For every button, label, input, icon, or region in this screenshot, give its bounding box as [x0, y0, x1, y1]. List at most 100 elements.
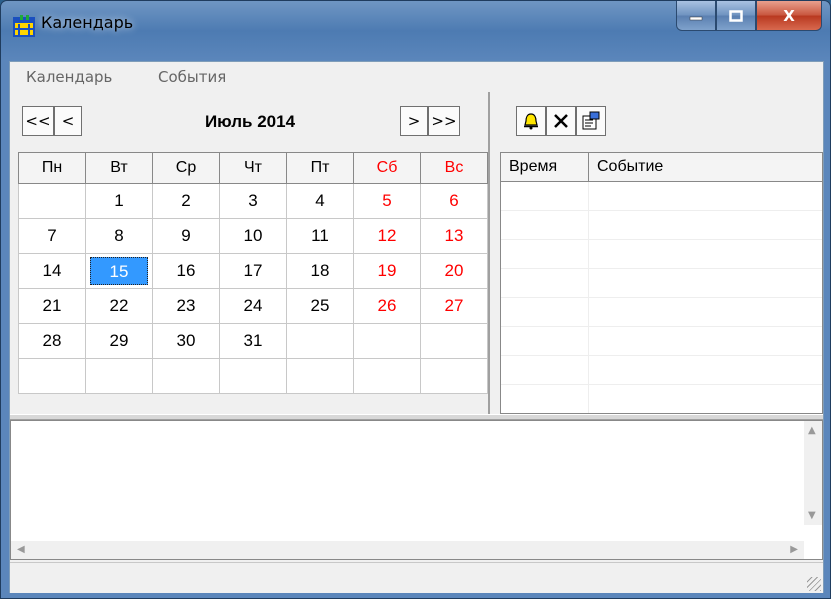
weekday-header: Пн — [18, 152, 86, 184]
day-cell[interactable]: 22 — [85, 288, 153, 324]
day-cell[interactable] — [420, 358, 488, 394]
weekday-header: Сб — [353, 152, 421, 184]
selected-day[interactable]: 15 — [90, 257, 148, 285]
day-cell[interactable]: 19 — [353, 253, 421, 289]
maximize-icon — [729, 9, 743, 22]
day-cell[interactable]: 4 — [286, 183, 354, 219]
day-cell[interactable]: 25 — [286, 288, 354, 324]
day-cell[interactable]: 10 — [219, 218, 287, 254]
table-row[interactable] — [501, 182, 822, 211]
prev-year-button[interactable]: << — [22, 106, 54, 136]
day-cell[interactable]: 1 — [85, 183, 153, 219]
week-row: 28 29 30 31 — [18, 323, 488, 359]
properties-button[interactable] — [576, 106, 606, 136]
day-cell[interactable]: 7 — [18, 218, 86, 254]
events-table[interactable]: Время Событие — [500, 152, 823, 414]
calendar-grid: Пн Вт Ср Чт Пт Сб Вс 1 2 3 4 5 6 7 8 9 10 11 12 13 14 15 16 17… — [18, 152, 488, 394]
day-cell[interactable] — [219, 358, 287, 394]
day-cell[interactable] — [420, 323, 488, 359]
column-header-event[interactable]: Событие — [589, 153, 663, 181]
day-cell[interactable] — [353, 323, 421, 359]
day-cell[interactable]: 13 — [420, 218, 488, 254]
day-cell[interactable]: 6 — [420, 183, 488, 219]
day-cell[interactable] — [85, 358, 153, 394]
vertical-scrollbar[interactable]: ▲ ▼ — [804, 421, 822, 525]
day-cell[interactable]: 30 — [152, 323, 220, 359]
table-row[interactable] — [501, 298, 822, 327]
table-row[interactable] — [501, 327, 822, 356]
week-row — [18, 358, 488, 394]
day-cell[interactable] — [286, 323, 354, 359]
delete-button[interactable] — [546, 106, 576, 136]
prev-month-button[interactable]: < — [54, 106, 82, 136]
scroll-right-icon[interactable]: ▶ — [790, 544, 798, 555]
horizontal-scrollbar[interactable]: ◀ ▶ — [11, 541, 804, 559]
day-cell[interactable]: 28 — [18, 323, 86, 359]
next-year-button[interactable]: >> — [428, 106, 460, 136]
weekday-header: Вс — [420, 152, 488, 184]
day-cell[interactable]: 18 — [286, 253, 354, 289]
close-button[interactable]: X — [756, 1, 822, 31]
day-cell[interactable] — [353, 358, 421, 394]
week-row: 123456 — [18, 183, 488, 219]
day-cell[interactable]: 3 — [219, 183, 287, 219]
day-cell[interactable] — [18, 183, 86, 219]
day-cell[interactable]: 21 — [18, 288, 86, 324]
day-cell[interactable]: 31 — [219, 323, 287, 359]
client-area: Календарь События << < Июль 2014 > >> Пн… — [9, 61, 824, 593]
alarm-button[interactable] — [516, 106, 546, 136]
day-cell[interactable]: 12 — [353, 218, 421, 254]
day-cell[interactable]: 14 — [18, 253, 86, 289]
table-row[interactable] — [501, 240, 822, 269]
week-row: 21 22 23 24 25 26 27 — [18, 288, 488, 324]
table-row[interactable] — [501, 211, 822, 240]
scroll-down-icon[interactable]: ▼ — [808, 510, 816, 521]
day-cell[interactable]: 29 — [85, 323, 153, 359]
day-cell[interactable]: 24 — [219, 288, 287, 324]
column-header-time[interactable]: Время — [501, 153, 589, 181]
close-icon: X — [783, 6, 795, 25]
day-cell[interactable]: 15 — [85, 253, 153, 289]
minimize-icon — [689, 16, 703, 20]
day-cell[interactable] — [152, 358, 220, 394]
day-cell[interactable]: 23 — [152, 288, 220, 324]
day-cell[interactable]: 17 — [219, 253, 287, 289]
scroll-up-icon[interactable]: ▲ — [808, 425, 816, 436]
day-cell[interactable]: 9 — [152, 218, 220, 254]
week-row: 7 8 9 10 11 12 13 — [18, 218, 488, 254]
day-cell[interactable]: 8 — [85, 218, 153, 254]
menu-events[interactable]: События — [158, 68, 226, 86]
day-cell[interactable]: 5 — [353, 183, 421, 219]
delete-icon — [554, 114, 568, 128]
maximize-button[interactable] — [716, 1, 756, 31]
calendar-app-icon — [13, 15, 35, 37]
app-window: Календарь X Календарь События << < Июль … — [0, 0, 831, 599]
month-label: Июль 2014 — [204, 112, 296, 131]
title-bar[interactable]: Календарь X — [1, 1, 830, 61]
day-cell[interactable]: 27 — [420, 288, 488, 324]
table-row[interactable] — [501, 269, 822, 298]
menu-calendar[interactable]: Календарь — [26, 68, 112, 86]
menu-bar: Календарь События — [10, 62, 823, 92]
weekday-header: Чт — [219, 152, 287, 184]
day-cell[interactable]: 20 — [420, 253, 488, 289]
day-cell[interactable]: 2 — [152, 183, 220, 219]
weekday-header: Вт — [85, 152, 153, 184]
scroll-left-icon[interactable]: ◀ — [17, 544, 25, 555]
day-cell[interactable]: 16 — [152, 253, 220, 289]
next-month-button[interactable]: > — [400, 106, 428, 136]
table-row[interactable] — [501, 356, 822, 385]
resize-grip-icon[interactable] — [807, 577, 821, 591]
day-cell[interactable] — [18, 358, 86, 394]
events-pane: Время Событие — [494, 92, 823, 414]
window-title: Календарь — [41, 13, 134, 32]
bell-icon — [524, 113, 538, 130]
notes-memo[interactable]: ▲ ▼ ◀ ▶ — [10, 420, 823, 560]
properties-icon — [582, 111, 600, 130]
day-cell[interactable]: 11 — [286, 218, 354, 254]
minimize-button[interactable] — [676, 1, 716, 31]
table-row[interactable] — [501, 385, 822, 413]
day-cell[interactable] — [286, 358, 354, 394]
weekday-header: Ср — [152, 152, 220, 184]
day-cell[interactable]: 26 — [353, 288, 421, 324]
